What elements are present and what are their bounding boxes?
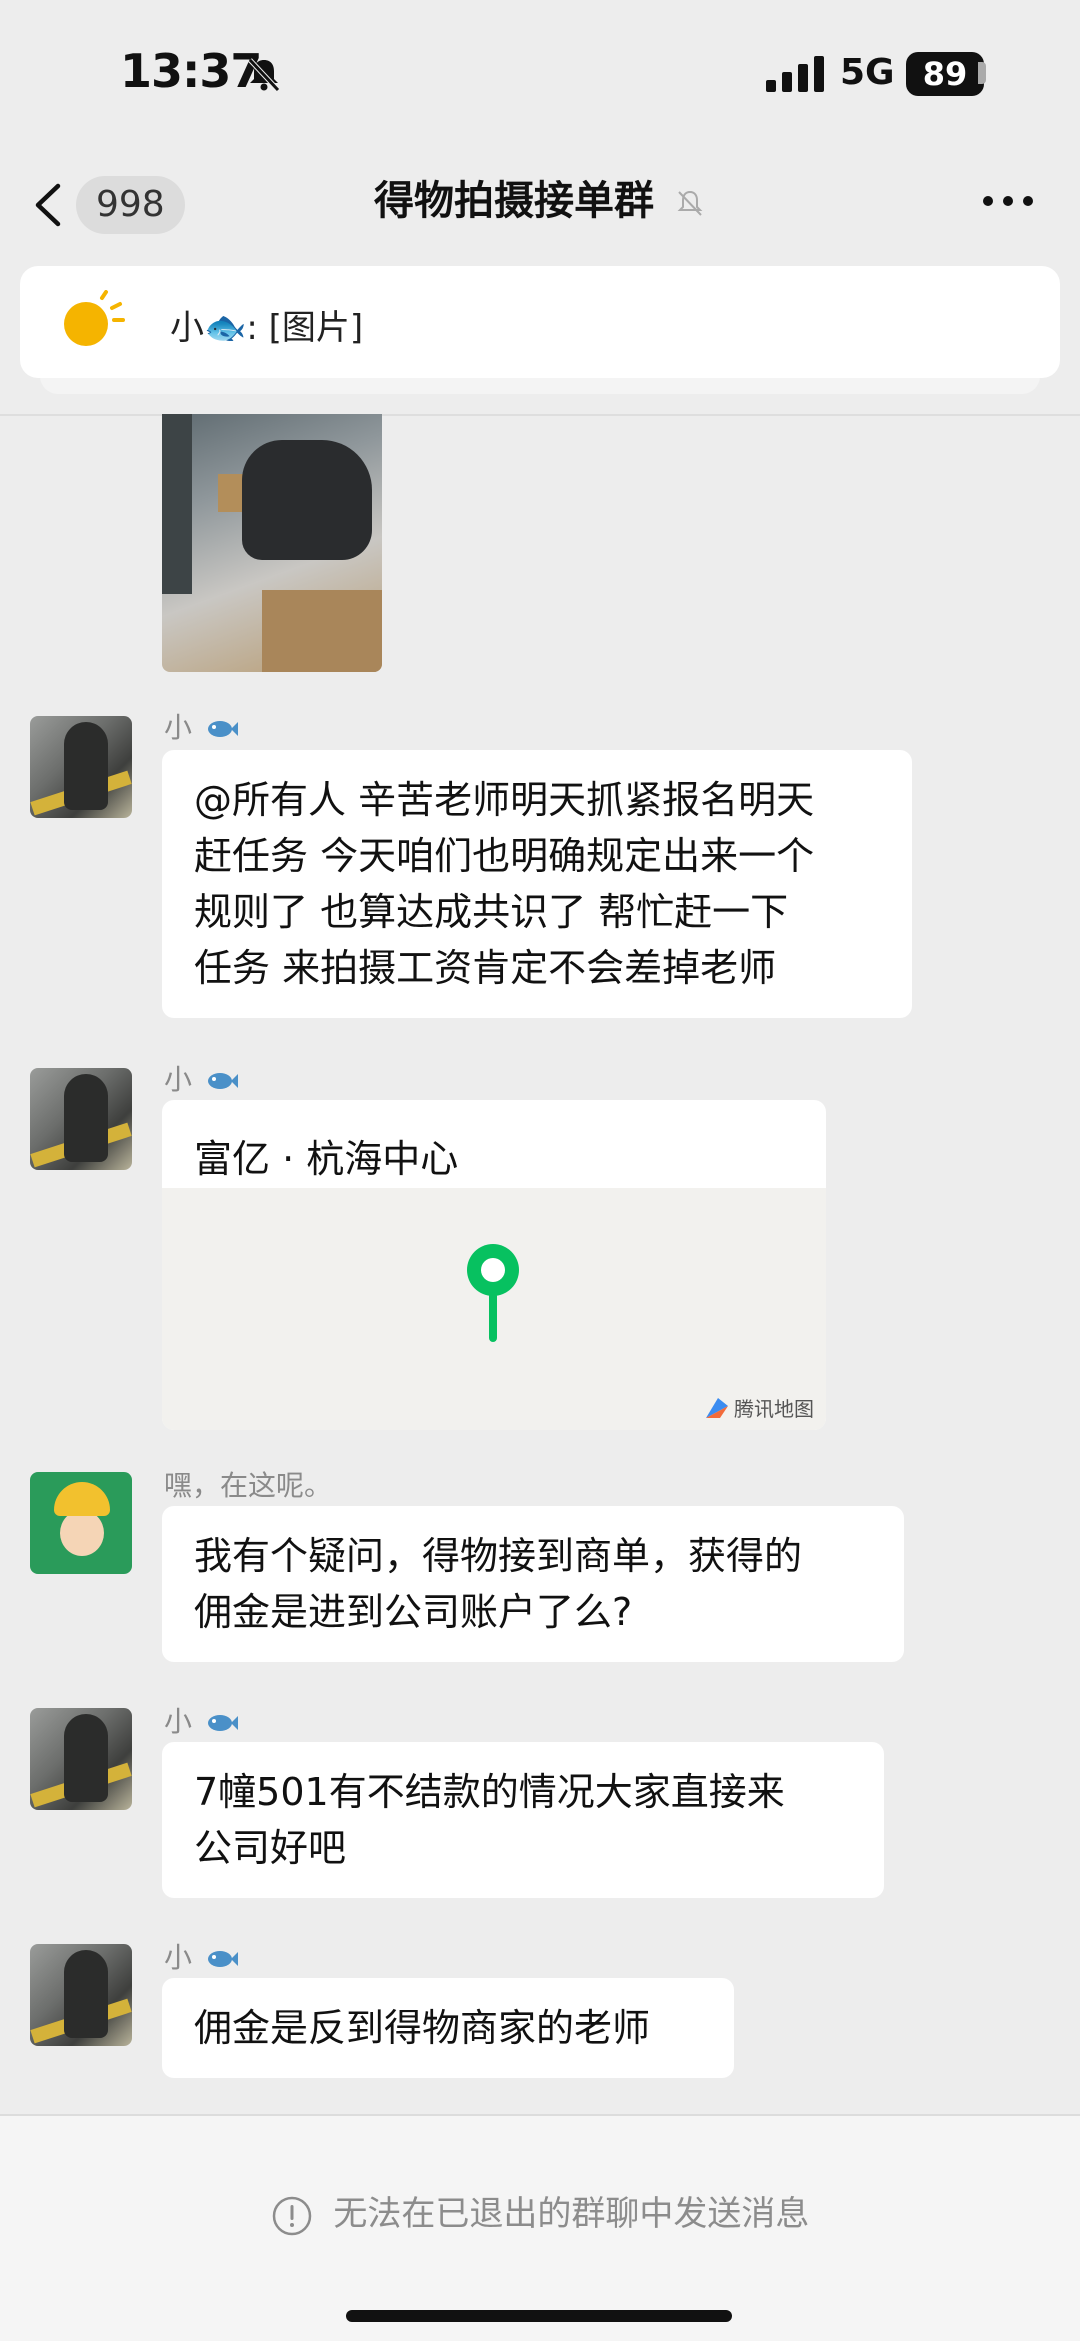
network-type: 5G [840, 52, 895, 93]
message-line: @所有人 辛苦老师明天抓紧报名明天 [194, 778, 815, 822]
location-card[interactable]: 富亿 · 杭海中心 腾讯地图 [162, 1100, 826, 1430]
fish-emoji-icon [207, 1951, 238, 1967]
sender-name: 小 [164, 1058, 239, 1098]
message-bubble[interactable]: @所有人 辛苦老师明天抓紧报名明天 赶任务 今天咱们也明确规定出来一个 规则了 … [162, 750, 912, 1018]
bell-off-icon [248, 58, 280, 92]
message-line: 佣金是进到公司账户了么? [194, 1590, 633, 1634]
nav-bar: 998 得物拍摄接单群 [0, 150, 1080, 270]
photo-box [262, 590, 382, 672]
avatar-detail [64, 1714, 108, 1802]
status-time: 13:37 [120, 44, 262, 98]
avatar[interactable] [30, 1472, 132, 1574]
message-line: 我有个疑问，得物接到商单，获得的 [194, 1534, 803, 1578]
avatar-detail [54, 1482, 110, 1516]
photo-clothes-pile [242, 440, 372, 560]
notice-text: 无法在已退出的群聊中发送消息 [333, 2194, 810, 2234]
message-line: 赶任务 今天咱们也明确规定出来一个 [194, 834, 815, 878]
sender-name-text: 小 [164, 1063, 193, 1096]
message-line: 公司好吧 [194, 1826, 347, 1870]
message-line: 佣金是反到得物商家的老师 [194, 2006, 651, 2050]
mute-icon [677, 190, 703, 216]
location-title: 富亿 · 杭海中心 [194, 1137, 459, 1181]
sender-name: 小 [164, 1936, 239, 1976]
fish-emoji-icon [207, 1073, 238, 1089]
avatar-detail [64, 1074, 108, 1162]
location-map: 腾讯地图 [162, 1188, 826, 1430]
tencent-map-logo-icon [706, 1397, 728, 1418]
sender-name-text: 小 [164, 1705, 193, 1738]
image-message[interactable] [162, 414, 382, 672]
info-icon [272, 2196, 311, 2235]
sender-name: 小 [164, 1700, 239, 1740]
status-bar: 13:37 5G 89 [0, 0, 1080, 150]
signal-icon [766, 56, 824, 92]
message-bubble[interactable]: 佣金是反到得物商家的老师 [162, 1978, 734, 2078]
avatar[interactable] [30, 1068, 132, 1170]
avatar[interactable] [30, 716, 132, 818]
battery-indicator: 89 [906, 52, 984, 96]
message-line: 规则了 也算达成共识了 帮忙赶一下 [194, 890, 789, 934]
message-line: 任务 来拍摄工资肯定不会差掉老师 [194, 946, 777, 990]
home-indicator[interactable] [346, 2310, 732, 2322]
map-brand: 腾讯地图 [704, 1393, 814, 1422]
avatar[interactable] [30, 1944, 132, 2046]
more-options-icon[interactable] [978, 186, 1038, 216]
battery-tip [978, 62, 986, 84]
message-bubble[interactable]: 我有个疑问，得物接到商单，获得的 佣金是进到公司账户了么? [162, 1506, 904, 1662]
pinned-message-banner[interactable]: 小🐟: [图片] [20, 266, 1060, 378]
map-brand-text: 腾讯地图 [734, 1397, 814, 1421]
message-line: 7幢501有不结款的情况大家直接来 [194, 1770, 785, 1814]
avatar-detail [60, 1510, 104, 1556]
sender-name: 嘿，在这呢。 [164, 1464, 332, 1504]
message-bubble[interactable]: 7幢501有不结款的情况大家直接来 公司好吧 [162, 1742, 884, 1898]
fish-emoji-icon [207, 1715, 238, 1731]
pinned-message-text: 小🐟: [图片] [170, 308, 364, 348]
chat-title: 得物拍摄接单群 [0, 168, 1080, 226]
chat-title-text: 得物拍摄接单群 [374, 178, 655, 224]
sender-name-text: 小 [164, 1941, 193, 1974]
sun-icon [64, 290, 125, 346]
photo-door [162, 414, 192, 594]
avatar[interactable] [30, 1708, 132, 1810]
sender-name-text: 嘿，在这呢。 [164, 1469, 333, 1502]
map-pin-icon [467, 1244, 519, 1342]
avatar-detail [64, 722, 108, 810]
exited-group-notice: 无法在已退出的群聊中发送消息 [0, 2186, 1080, 2237]
sender-name: 小 [164, 706, 239, 746]
fish-emoji-icon [207, 721, 238, 737]
avatar-detail [64, 1950, 108, 2038]
sender-name-text: 小 [164, 711, 193, 744]
chat-footer: 无法在已退出的群聊中发送消息 [0, 2116, 1080, 2341]
